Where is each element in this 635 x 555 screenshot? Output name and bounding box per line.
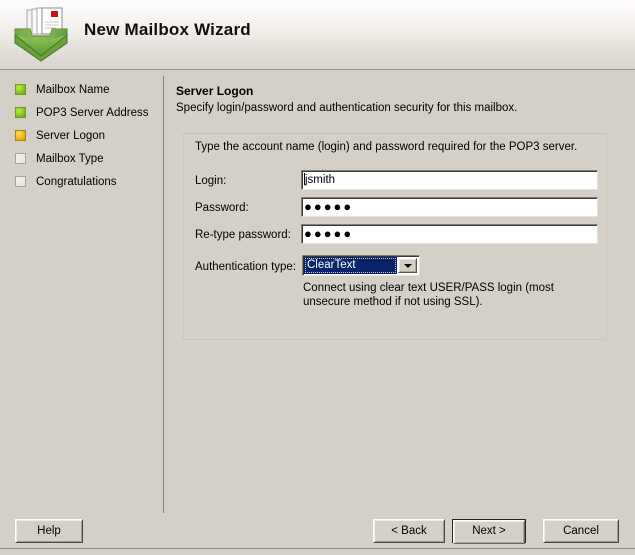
sidebar-item-label: Mailbox Name	[36, 83, 110, 96]
cancel-button[interactable]: Cancel	[543, 519, 619, 543]
sidebar-item-label: Congratulations	[36, 175, 117, 188]
sidebar-item-label: POP3 Server Address	[36, 106, 149, 119]
auth-type-selected-value: ClearText	[304, 257, 397, 274]
sidebar-item-pop3-server-address[interactable]: POP3 Server Address	[0, 101, 160, 124]
sidebar-item-mailbox-type[interactable]: Mailbox Type	[0, 147, 160, 170]
groupbox-intro-text: Type the account name (login) and passwo…	[195, 141, 578, 153]
sidebar-item-mailbox-name[interactable]: Mailbox Name	[0, 78, 160, 101]
sidebar-item-congratulations[interactable]: Congratulations	[0, 170, 160, 193]
sidebar-content-divider	[163, 76, 164, 513]
sidebar-item-label: Mailbox Type	[36, 152, 104, 165]
help-button[interactable]: Help	[15, 519, 83, 543]
chevron-down-glyph	[403, 263, 412, 268]
login-input[interactable]: jsmith	[301, 170, 598, 190]
pane-subtitle: Specify login/password and authenticatio…	[176, 102, 518, 114]
new-mailbox-wizard-window: New Mailbox Wizard Mailbox Name POP3 Ser…	[0, 0, 635, 555]
next-button-label: Next >	[453, 520, 525, 544]
login-label: Login:	[195, 175, 227, 187]
auth-type-label: Authentication type:	[195, 261, 297, 273]
step-status-icon	[15, 84, 26, 95]
step-status-icon	[15, 107, 26, 118]
retype-password-input-value: ●●●●●	[304, 226, 354, 241]
next-button[interactable]: Next >	[452, 519, 526, 544]
content-pane-heading: Server Logon Specify login/password and …	[176, 84, 616, 114]
login-input-value: jsmith	[305, 174, 336, 186]
page-title: New Mailbox Wizard	[84, 20, 251, 39]
retype-password-label: Re-type password:	[195, 229, 291, 241]
wizard-step-list: Mailbox Name POP3 Server Address Server …	[0, 78, 160, 193]
step-status-icon	[15, 176, 26, 187]
auth-type-dropdown[interactable]: ClearText	[302, 255, 420, 276]
back-button[interactable]: < Back	[373, 519, 445, 543]
password-input[interactable]: ●●●●●	[301, 197, 598, 217]
chevron-down-icon[interactable]	[398, 258, 417, 273]
password-label: Password:	[195, 202, 249, 214]
sidebar-item-label: Server Logon	[36, 129, 106, 142]
window-bottom-strip	[0, 549, 635, 555]
pane-title: Server Logon	[176, 84, 254, 98]
auth-type-description: Connect using clear text USER/PASS login…	[303, 282, 554, 308]
header-separator	[0, 69, 635, 70]
retype-password-input[interactable]: ●●●●●	[301, 224, 598, 244]
step-status-icon	[15, 130, 26, 141]
mailbox-tray-icon	[10, 4, 72, 62]
password-input-value: ●●●●●	[304, 199, 354, 214]
sidebar-item-server-logon[interactable]: Server Logon	[0, 124, 160, 147]
step-status-icon	[15, 153, 26, 164]
